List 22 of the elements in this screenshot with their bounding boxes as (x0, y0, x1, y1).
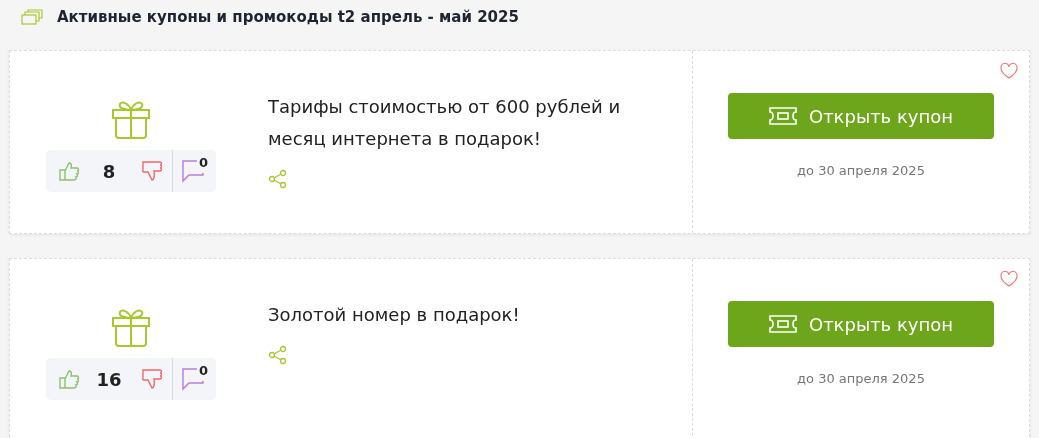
thumbs-up-icon (58, 160, 80, 182)
thumbs-down-icon (141, 159, 163, 183)
comments-button[interactable]: 0 (173, 150, 216, 192)
gift-icon (109, 98, 153, 140)
gift-icon (109, 306, 153, 348)
expiry-date: до 30 апреля 2025 (797, 162, 925, 181)
ticket-icon (768, 315, 797, 334)
like-count: 16 (95, 367, 123, 392)
section-heading: Активные купоны и промокоды t2 апрель - май 2025 (57, 6, 519, 28)
thumbs-up-icon (58, 368, 80, 390)
like-count: 8 (101, 159, 117, 184)
expiry-date: до 30 апреля 2025 (797, 370, 925, 389)
heart-icon[interactable] (1000, 271, 1018, 287)
ticket-icon (768, 107, 797, 126)
coupons-icon (21, 9, 43, 25)
share-icon[interactable] (268, 345, 288, 365)
heart-icon[interactable] (1000, 63, 1018, 79)
thumbs-down-icon (141, 367, 163, 391)
share-icon[interactable] (268, 169, 288, 189)
coupon-title: Тарифы стоимостью от 600 рублей и месяц интернета в подарок! (268, 95, 622, 151)
comments-button[interactable]: 0 (173, 358, 216, 400)
coupon-title: Золотой номер в подарок! (268, 303, 521, 327)
